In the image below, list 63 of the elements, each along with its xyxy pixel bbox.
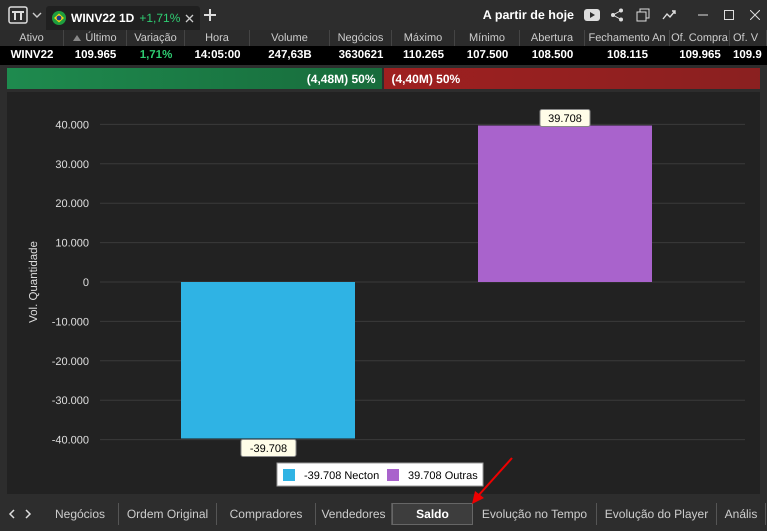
play-icon[interactable] — [584, 9, 600, 21]
table-cell-text: 1,71% — [138, 48, 174, 63]
caret-icon[interactable] — [32, 10, 42, 20]
column-label: Of. V — [733, 32, 758, 44]
bottom-tab[interactable]: Anális — [717, 503, 766, 525]
close-tab-icon[interactable] — [185, 14, 194, 22]
y-axis-title: Vol. Quantidade — [28, 241, 40, 323]
table-cell-text: 109.9 — [732, 48, 763, 63]
column-label: Volume — [271, 32, 308, 44]
buy-balance-bar: (4,48M) 50% — [7, 68, 382, 89]
bottom-tab[interactable]: Compradores — [217, 503, 316, 525]
sell-balance-bar: (4,40M) 50% — [382, 68, 760, 89]
column-label: Variação — [134, 32, 177, 44]
legend-label: 39.708 Outras — [408, 470, 478, 482]
column-label: Hora — [205, 32, 229, 44]
table-cell-text: 110.265 — [402, 48, 445, 63]
close-icon[interactable] — [750, 10, 760, 20]
y-tick-label: 10.000 — [55, 238, 89, 250]
column-label: Negócios — [338, 32, 384, 44]
table-cell-text: 14:05:00 — [193, 48, 242, 63]
table-cell-text: 247,63B — [267, 48, 313, 63]
table-cell-text: 108.500 — [530, 48, 574, 63]
y-tick-label: 0 — [82, 277, 89, 289]
column-label: Mínimo — [468, 32, 506, 44]
column-label: Último — [85, 32, 117, 44]
legend-label: -39.708 Necton — [304, 470, 380, 482]
y-tick-label: 30.000 — [55, 158, 89, 171]
add-tab-icon[interactable] — [204, 9, 216, 21]
y-tick-label: -30.000 — [52, 395, 89, 408]
bottom-tab[interactable]: Saldo — [392, 503, 473, 525]
flag-icon — [52, 11, 66, 25]
table-cell-text: WINV22 — [10, 48, 54, 63]
table-cell-text: 107.500 — [466, 48, 510, 63]
chart-tab[interactable]: WINV22 1D +1,71% — [46, 6, 200, 30]
column-label: Abertura — [530, 32, 574, 44]
value-label: -39.708 — [240, 438, 296, 457]
table-cell-text: 109.965 — [74, 48, 118, 63]
share-icon[interactable] — [610, 8, 624, 22]
value-label: 39.708 — [540, 109, 590, 128]
y-tick-label: -10.000 — [52, 316, 89, 328]
y-tick-label: -40.000 — [52, 434, 89, 447]
trend-icon[interactable] — [662, 9, 678, 21]
table-cell-text: 108.115 — [606, 48, 649, 63]
tab-symbol: WINV22 1D — [71, 11, 134, 25]
period-label[interactable]: A partir de hoje — [482, 8, 574, 22]
y-tick-label: 20.000 — [55, 198, 89, 210]
table-cell-text: 109.965 — [678, 48, 722, 63]
scroll-right-icon[interactable] — [24, 509, 32, 519]
popout-icon[interactable] — [636, 8, 650, 22]
bottom-tab[interactable]: Ordem Original — [119, 503, 217, 525]
bottom-tab[interactable]: Evolução do Player — [597, 503, 717, 525]
y-tick-label: -20.000 — [52, 356, 89, 368]
column-label: Máximo — [404, 32, 442, 44]
bottom-tab[interactable]: Negócios — [42, 503, 119, 525]
app-logo-icon[interactable] — [8, 6, 28, 24]
column-label: Fechamento An — [588, 32, 666, 44]
scroll-left-icon[interactable] — [8, 509, 16, 519]
y-tick-label: 40.000 — [55, 119, 89, 132]
sort-icon — [73, 35, 82, 41]
maximize-icon[interactable] — [724, 10, 734, 20]
table-cell-text: 3630621 — [338, 48, 384, 63]
column-label: Ativo — [19, 32, 44, 44]
tab-change: +1,71% — [139, 11, 180, 25]
